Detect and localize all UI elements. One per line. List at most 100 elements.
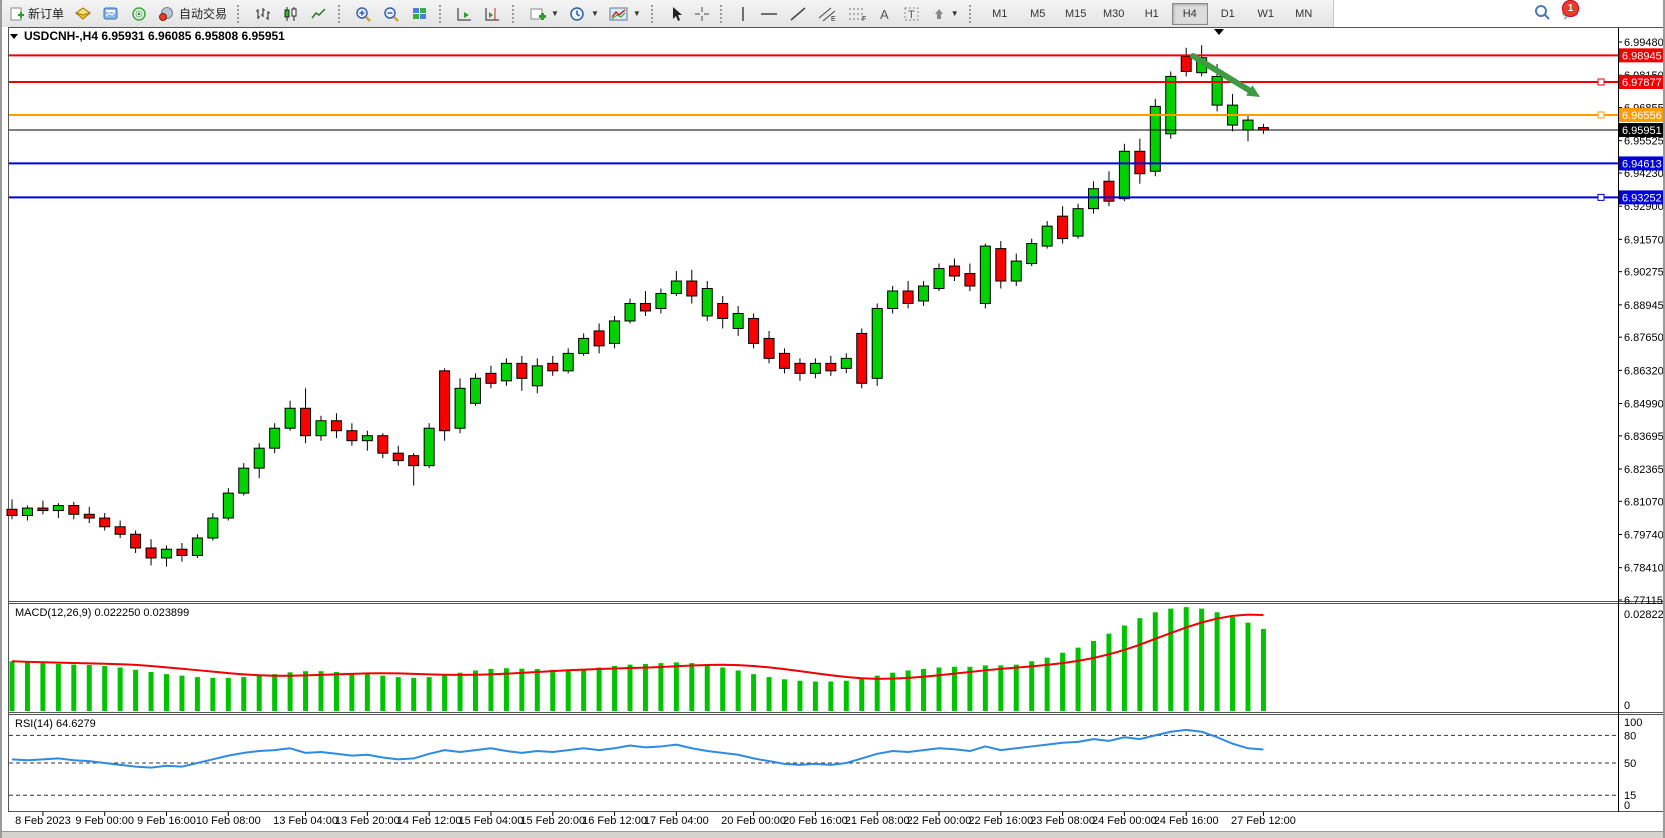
price-tick-label: 6.81070 [1624, 496, 1664, 508]
macd-histogram [12, 607, 1263, 711]
timeframe-H4[interactable]: H4 [1172, 3, 1208, 25]
periods-button[interactable]: ▼ [564, 2, 604, 26]
rsi-axis-label: 0 [1624, 800, 1630, 812]
horizontal-line-button[interactable] [754, 2, 784, 26]
signals-button[interactable] [125, 2, 153, 26]
search-icon[interactable] [1533, 3, 1551, 24]
price-tick-label: 6.77115 [1624, 595, 1663, 607]
arrows-icon [931, 6, 947, 22]
price-badge: 6.96556 [1622, 110, 1662, 122]
template-icon [609, 6, 629, 22]
price-badge: 6.94613 [1622, 158, 1662, 170]
zoom-out-button[interactable] [378, 2, 406, 26]
market-watch-button[interactable] [69, 2, 97, 26]
toolbar-handle[interactable] [969, 5, 976, 23]
candlestick-chart-icon [282, 6, 300, 22]
signal-icon [130, 6, 148, 22]
candlestick-chart-button[interactable] [277, 2, 305, 26]
price-tick-label: 6.95525 [1624, 136, 1664, 148]
new-chart-icon [529, 6, 547, 22]
candles [7, 45, 1268, 566]
price-tick-label: 6.78410 [1624, 563, 1664, 575]
chevron-down-icon: ▼ [633, 9, 641, 18]
trendline-button[interactable] [784, 2, 812, 26]
timeframe-M5[interactable]: M5 [1020, 3, 1056, 25]
timeframe-M30[interactable]: M30 [1096, 3, 1132, 25]
auto-scroll-button[interactable] [451, 2, 479, 26]
macd-axis-min: 0 [1624, 700, 1630, 712]
toolbar-handle[interactable] [439, 5, 446, 23]
tile-windows-button[interactable] [406, 2, 434, 26]
trade-window-button[interactable] [97, 2, 125, 26]
level-line-6.93252[interactable] [9, 190, 1665, 204]
chart-shift-marker[interactable] [1214, 29, 1224, 35]
price-tick-label: 6.84990 [1624, 399, 1664, 411]
crosshair-icon [694, 6, 710, 22]
level-line-6.97877[interactable] [9, 75, 1665, 89]
level-line-6.96556[interactable] [9, 108, 1665, 122]
equidistant-channel-button[interactable]: E [812, 2, 842, 26]
gold-box-icon [74, 6, 92, 22]
svg-text:F: F [862, 16, 866, 22]
chart-shift-icon [484, 6, 502, 22]
text-button[interactable]: A [872, 2, 898, 26]
time-tick-label: 22 Feb 00:00 [907, 815, 972, 827]
toolbar-handle[interactable] [338, 5, 345, 23]
timeframe-D1[interactable]: D1 [1210, 3, 1246, 25]
timeframe-W1[interactable]: W1 [1248, 3, 1284, 25]
rsi-axis-label: 50 [1624, 758, 1636, 770]
level-line-6.94613[interactable] [9, 156, 1665, 170]
time-tick-label: 13 Feb 04:00 [273, 815, 338, 827]
price-chart[interactable]: 6.994806.981506.968556.955256.942306.929… [2, 27, 1665, 838]
equidistant-channel-icon: E [817, 6, 837, 22]
cursor-button[interactable] [663, 2, 689, 26]
price-tick-label: 6.88945 [1624, 300, 1664, 312]
price-tick-label: 6.90275 [1624, 267, 1664, 279]
price-tick-label: 6.87650 [1624, 332, 1664, 344]
arrows-button[interactable]: ▼ [926, 2, 964, 26]
new-chart-button[interactable]: ▼ [524, 2, 564, 26]
bar-chart-button[interactable] [249, 2, 277, 26]
time-tick-label: 9 Feb 00:00 [75, 815, 134, 827]
toolbar-handle[interactable] [651, 5, 658, 23]
time-tick-label: 8 Feb 2023 [15, 815, 71, 827]
price-tick-label: 6.82365 [1624, 464, 1664, 476]
toolbar-handle[interactable] [720, 5, 727, 23]
chevron-down-icon: ▼ [591, 9, 599, 18]
templates-button[interactable]: ▼ [604, 2, 646, 26]
time-tick-label: 16 Feb 12:00 [582, 815, 647, 827]
level-line-6.98945[interactable] [9, 48, 1665, 62]
time-tick-label: 13 Feb 20:00 [335, 815, 400, 827]
trend-arrow[interactable] [1193, 56, 1260, 97]
line-chart-button[interactable] [305, 2, 333, 26]
chart-menu-icon[interactable] [10, 34, 18, 39]
timeframe-MN[interactable]: MN [1286, 3, 1322, 25]
tile-windows-icon [411, 6, 429, 22]
timeframe-M15[interactable]: M15 [1058, 3, 1094, 25]
horizontal-line-icon [759, 6, 779, 22]
fibonacci-icon: F [847, 6, 867, 22]
toolbar-handle[interactable] [512, 5, 519, 23]
crosshair-button[interactable] [689, 2, 715, 26]
text-label-button[interactable]: T [898, 2, 926, 26]
timeframe-H1[interactable]: H1 [1134, 3, 1170, 25]
time-tick-label: 21 Feb 08:00 [845, 815, 910, 827]
fibonacci-button[interactable]: F [842, 2, 872, 26]
text-icon: A [877, 6, 893, 22]
time-tick-label: 17 Feb 04:00 [644, 815, 709, 827]
svg-text:T: T [908, 9, 915, 21]
notification-badge[interactable]: 1 [1562, 0, 1579, 17]
toolbar-handle[interactable] [237, 5, 244, 23]
time-tick-label: 10 Feb 08:00 [196, 815, 261, 827]
zoom-in-button[interactable] [350, 2, 378, 26]
line-chart-icon [310, 6, 328, 22]
vertical-line-button[interactable] [732, 2, 754, 26]
new-order-button[interactable]: 新订单 [4, 2, 69, 26]
timeframe-M1[interactable]: M1 [982, 3, 1018, 25]
time-tick-label: 24 Feb 16:00 [1154, 815, 1219, 827]
autotrade-button[interactable]: 自动交易 [153, 2, 232, 26]
time-tick-label: 20 Feb 00:00 [721, 815, 786, 827]
time-tick-label: 27 Feb 12:00 [1231, 815, 1296, 827]
chart-area[interactable]: 6.994806.981506.968556.955256.942306.929… [2, 27, 1665, 832]
chart-shift-button[interactable] [479, 2, 507, 26]
